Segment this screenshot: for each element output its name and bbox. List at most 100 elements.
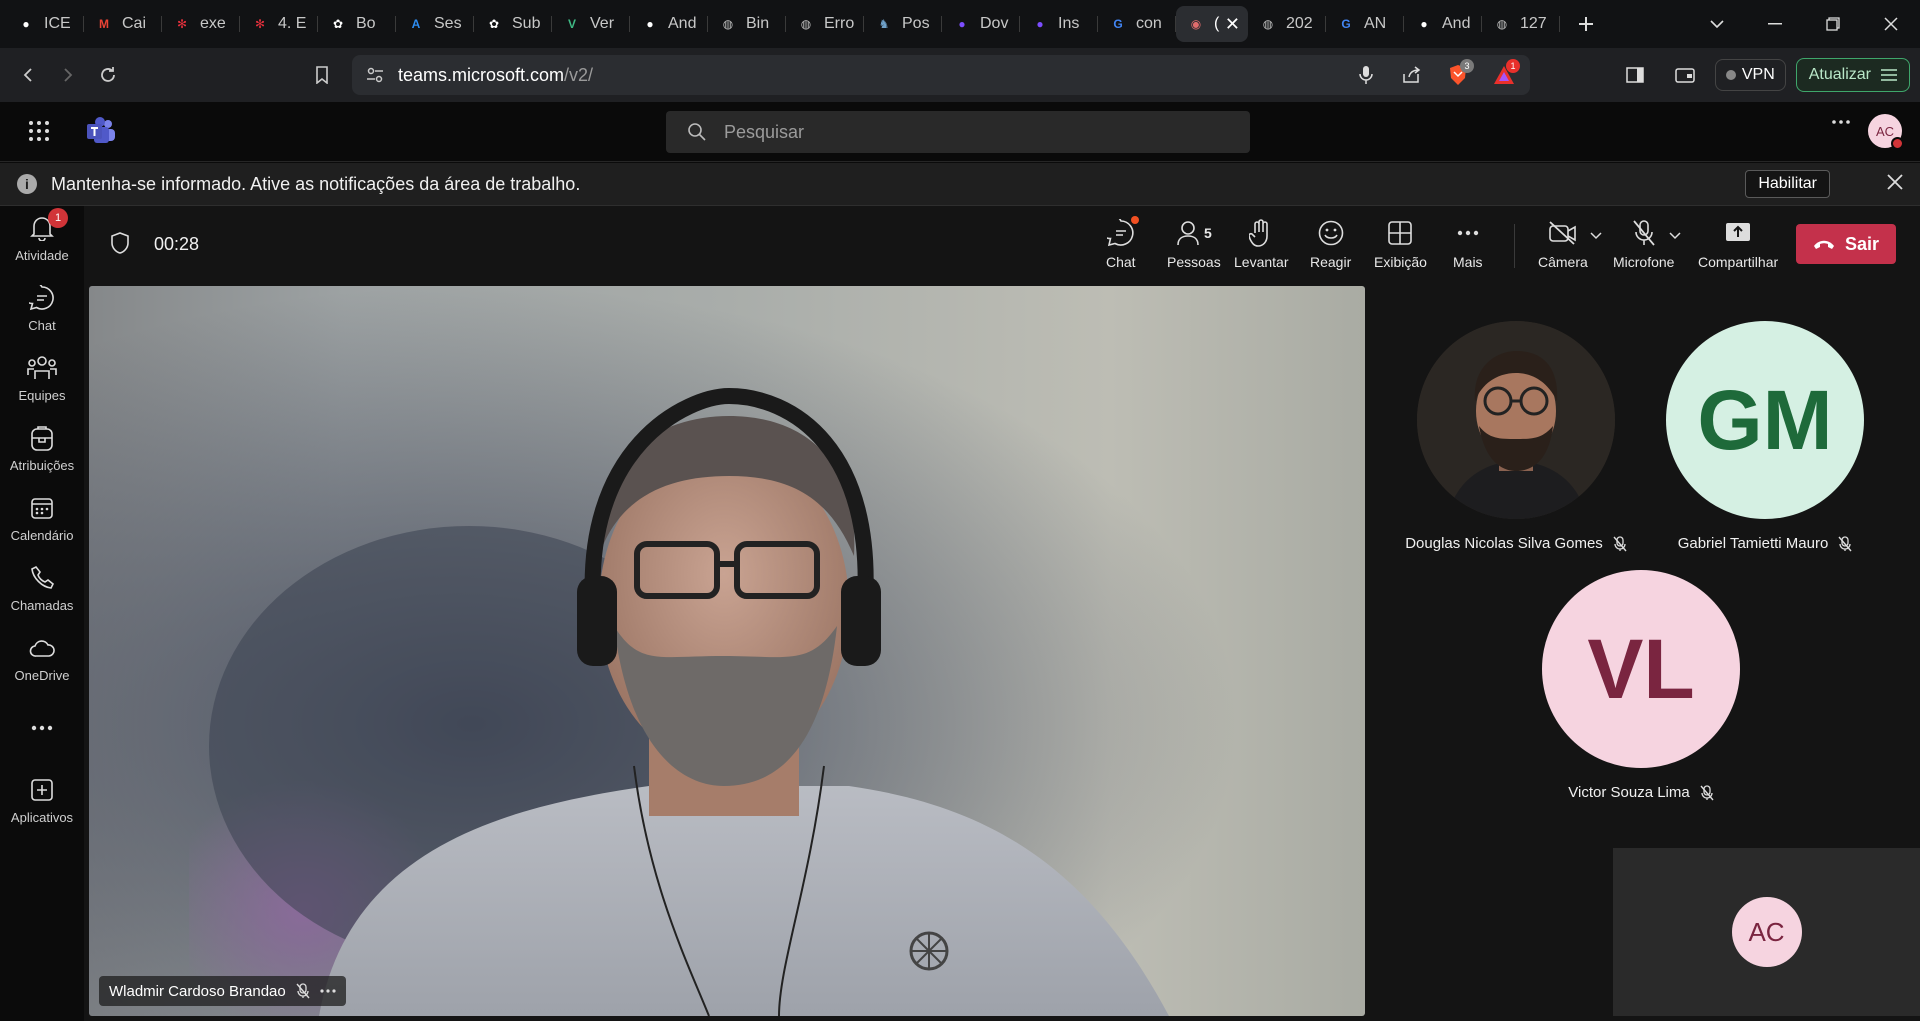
people-button[interactable]: 5 Pessoas <box>1167 218 1221 278</box>
app-launcher-icon[interactable] <box>28 120 50 142</box>
browser-tab[interactable]: Gcon <box>1098 6 1176 42</box>
browser-tab[interactable]: ♞ Pos <box>864 6 942 42</box>
reload-button[interactable] <box>88 55 128 95</box>
cloud-icon <box>29 634 55 662</box>
leave-label: Sair <box>1844 233 1880 254</box>
tab-title: And <box>668 15 697 32</box>
participant-name: Douglas Nicolas Silva Gomes <box>1405 535 1603 552</box>
rail-more-button[interactable] <box>0 714 84 776</box>
tab-title: con <box>1136 15 1162 32</box>
close-icon[interactable] <box>1886 173 1904 191</box>
rail-label: Atribuições <box>9 458 75 473</box>
microphone-icon[interactable] <box>1346 59 1386 91</box>
sidebar-toggle-icon[interactable] <box>1615 55 1655 95</box>
app-rail: 1 Atividade Chat Equipes Atribuições Cal… <box>0 206 84 1021</box>
share-button[interactable]: Compartilhar <box>1698 218 1778 278</box>
chevron-down-icon[interactable] <box>1669 232 1681 240</box>
microphone-button[interactable]: Microfone <box>1613 218 1681 278</box>
browser-toolbar: teams.microsoft.com/v2/ 3 1 VPN Atualiza… <box>0 48 1920 102</box>
new-tab-button[interactable] <box>1568 6 1604 42</box>
react-button[interactable]: Reagir <box>1310 218 1351 278</box>
globe-icon: ◍ <box>1262 17 1274 31</box>
wallet-icon[interactable] <box>1665 55 1705 95</box>
address-bar[interactable]: teams.microsoft.com/v2/ 3 1 <box>352 55 1530 95</box>
browser-tab[interactable]: ◍ Bin <box>708 6 786 42</box>
presence-status-icon <box>1891 137 1904 150</box>
forward-button[interactable] <box>48 55 88 95</box>
rail-label: Atividade <box>15 248 69 263</box>
browser-tab[interactable]: ● Ins <box>1020 6 1098 42</box>
share-icon[interactable] <box>1392 59 1432 91</box>
rail-item-teams[interactable]: Equipes <box>0 354 84 416</box>
participant-name-row: Douglas Nicolas Silva Gomes <box>1405 535 1627 552</box>
brave-rewards-icon[interactable]: 1 <box>1484 59 1524 91</box>
browser-tab[interactable]: ● Dov <box>942 6 1020 42</box>
browser-tab[interactable]: M Cai <box>84 6 162 42</box>
settings-more-icon[interactable] <box>1832 120 1850 124</box>
browser-tab[interactable]: V Ver <box>552 6 630 42</box>
more-options-icon[interactable] <box>320 989 336 993</box>
main-video-feed[interactable]: Wladmir Cardoso Brandao <box>89 286 1365 1016</box>
self-avatar: AC <box>1731 897 1802 967</box>
openai-icon: ✿ <box>488 17 500 31</box>
participant-name: Victor Souza Lima <box>1568 784 1690 801</box>
user-avatar[interactable]: AC <box>1868 114 1904 150</box>
tab-title: Ins <box>1058 15 1080 32</box>
participant-tile[interactable]: VL Victor Souza Lima <box>1531 570 1751 801</box>
tab-title: And <box>1442 15 1471 32</box>
view-button[interactable]: Exibição <box>1374 218 1427 278</box>
enable-notifications-button[interactable]: Habilitar <box>1745 170 1830 198</box>
restore-button[interactable] <box>1804 0 1862 48</box>
self-view-tile[interactable]: AC <box>1613 848 1920 1016</box>
update-button[interactable]: Atualizar <box>1795 58 1910 92</box>
raise-hand-button[interactable]: Levantar <box>1234 218 1288 278</box>
browser-tab[interactable]: ● ICE <box>6 6 84 42</box>
rail-item-chat[interactable]: Chat <box>0 284 84 346</box>
gear-icon: ✻ <box>254 17 266 31</box>
vpn-button[interactable]: VPN <box>1714 59 1786 91</box>
participant-avatar: VL <box>1542 570 1740 768</box>
close-tab-icon[interactable]: ✕ <box>1225 14 1240 35</box>
meeting-info-shield-icon[interactable] <box>110 232 130 254</box>
more-actions-button[interactable]: Mais <box>1453 218 1483 278</box>
search-input[interactable]: Pesquisar <box>666 111 1250 153</box>
browser-tab[interactable]: ◍ 202 <box>1248 6 1326 42</box>
browser-tab[interactable]: ● And <box>630 6 708 42</box>
browser-tab[interactable]: ✿ Bo <box>318 6 396 42</box>
minimize-button[interactable] <box>1746 0 1804 48</box>
tab-title: Ses <box>434 15 462 32</box>
rail-item-activity[interactable]: 1 Atividade <box>0 208 84 276</box>
participant-tile[interactable]: Douglas Nicolas Silva Gomes <box>1405 321 1627 552</box>
browser-tab[interactable]: ◉(✕ <box>1176 6 1248 42</box>
browser-tab[interactable]: ● And <box>1404 6 1482 42</box>
site-settings-icon[interactable] <box>366 67 384 83</box>
chevron-down-icon[interactable] <box>1590 232 1602 240</box>
participant-tile[interactable]: GM Gabriel Tamietti Mauro <box>1655 321 1875 552</box>
github-icon: ● <box>646 17 654 31</box>
back-button[interactable] <box>8 55 48 95</box>
close-window-button[interactable] <box>1862 0 1920 48</box>
browser-tab[interactable]: ✿ Sub <box>474 6 552 42</box>
rail-item-onedrive[interactable]: OneDrive <box>0 634 84 696</box>
browser-tab[interactable]: ✻ exe <box>162 6 240 42</box>
browser-tab[interactable]: ◍ Erro <box>786 6 864 42</box>
rail-item-apps[interactable]: Aplicativos <box>0 776 84 838</box>
rail-item-calendar[interactable]: Calendário <box>0 494 84 556</box>
update-label: Atualizar <box>1808 66 1871 83</box>
tab-search-button[interactable] <box>1688 0 1746 48</box>
browser-tab[interactable]: ✻ 4. E <box>240 6 318 42</box>
tab-title: Bin <box>746 15 770 32</box>
browser-tab[interactable]: ◍ 127 <box>1482 6 1560 42</box>
rail-item-calls[interactable]: Chamadas <box>0 564 84 626</box>
browser-tab[interactable]: G AN <box>1326 6 1404 42</box>
brave-shield-icon[interactable]: 3 <box>1438 59 1478 91</box>
rail-item-assignments[interactable]: Atribuições <box>0 424 84 486</box>
browser-tab[interactable]: A Ses <box>396 6 474 42</box>
chat-button[interactable]: Chat <box>1106 216 1139 278</box>
leave-button[interactable]: Sair <box>1796 224 1896 264</box>
participant-avatar: GM <box>1666 321 1864 519</box>
rail-label: Chat <box>28 318 56 333</box>
bookmark-icon[interactable] <box>302 55 342 95</box>
camera-button[interactable]: Câmera <box>1538 218 1602 278</box>
tab-title: exe <box>200 15 226 32</box>
